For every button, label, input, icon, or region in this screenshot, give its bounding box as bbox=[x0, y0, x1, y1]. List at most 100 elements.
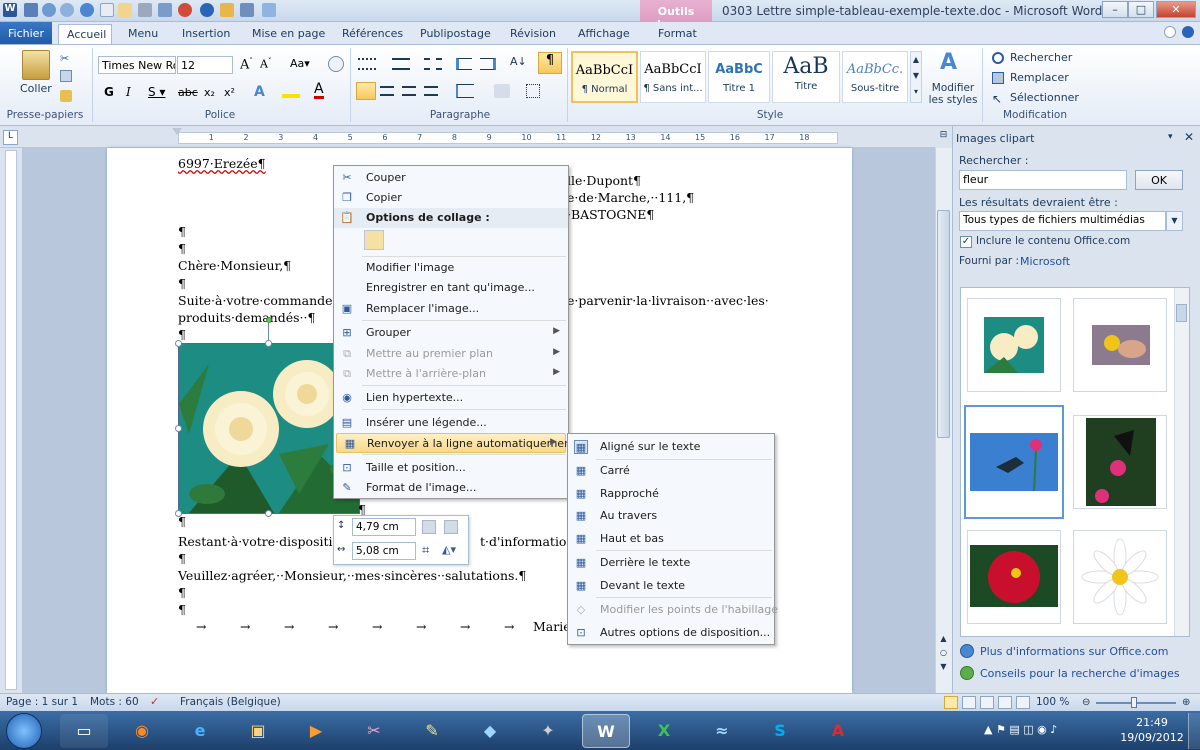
wrap-tight[interactable]: ▦ Rapproché bbox=[568, 484, 774, 504]
crop-icon[interactable]: ⌗ bbox=[422, 543, 429, 558]
bullets-icon[interactable] bbox=[358, 58, 376, 70]
print-layout-icon[interactable] bbox=[944, 696, 958, 709]
gimp-icon[interactable]: ✦ bbox=[524, 714, 572, 748]
redo-icon[interactable] bbox=[60, 3, 74, 17]
resize-handle[interactable] bbox=[175, 340, 182, 347]
tab-format[interactable]: Format bbox=[650, 24, 705, 44]
replace-icon[interactable] bbox=[992, 72, 1004, 84]
menu-item-change-picture[interactable]: ▣ Remplacer l'image... bbox=[334, 299, 568, 319]
doc-line[interactable]: ¶ bbox=[178, 585, 186, 600]
shrink-font-icon[interactable]: A˅ bbox=[260, 57, 271, 71]
italic-icon[interactable]: I bbox=[126, 85, 131, 99]
wrap-inline[interactable]: ▦ Aligné sur le texte bbox=[568, 437, 774, 457]
tab-selector-icon[interactable]: L bbox=[3, 130, 18, 145]
tab-references[interactable]: Références bbox=[334, 24, 411, 44]
email-icon[interactable] bbox=[240, 3, 254, 17]
minimize-button[interactable]: – bbox=[1102, 1, 1128, 18]
clock-time[interactable]: 21:49 bbox=[1122, 716, 1182, 729]
tab-page-layout[interactable]: Mise en page bbox=[244, 24, 333, 44]
clipart-thumb-hummingbird[interactable] bbox=[964, 405, 1064, 519]
word-app-icon[interactable]: W bbox=[3, 3, 17, 17]
justify-icon[interactable] bbox=[424, 86, 438, 96]
zoom-in-icon[interactable]: ⊕ bbox=[1182, 697, 1190, 708]
select-icon[interactable]: ↖ bbox=[992, 92, 1002, 106]
doc-line[interactable]: ·BASTOGNE¶ bbox=[567, 207, 654, 222]
send-backward-icon[interactable] bbox=[444, 520, 458, 534]
clipart-search-input[interactable]: fleur bbox=[959, 170, 1127, 190]
clipart-thumb-hand-flower[interactable] bbox=[1073, 298, 1167, 392]
tab-menu[interactable]: Menu bbox=[120, 24, 166, 44]
sort-icon[interactable]: A↓ bbox=[510, 55, 527, 68]
style-subtitle[interactable]: AaBbCc. Sous-titre bbox=[842, 51, 908, 103]
copy-icon[interactable] bbox=[60, 70, 72, 82]
align-right-icon[interactable] bbox=[402, 86, 416, 96]
line-spacing-icon[interactable] bbox=[456, 84, 474, 98]
grow-font-icon[interactable]: A˄ bbox=[240, 57, 253, 72]
doc-line[interactable]: 6997·Erezée¶ bbox=[178, 156, 266, 171]
save-icon[interactable] bbox=[24, 3, 38, 17]
network-icon[interactable]: ≈ bbox=[698, 714, 746, 748]
more-layout-options[interactable]: ⊡ Autres options de disposition... bbox=[568, 623, 774, 643]
media-type-select[interactable]: Tous types de fichiers multimédias bbox=[959, 211, 1166, 231]
style-heading-1[interactable]: AaBbC Titre 1 bbox=[708, 51, 770, 103]
menu-item-insert-caption[interactable]: ▤ Insérer une légende... bbox=[334, 413, 568, 433]
clipart-thumb-red-flower[interactable] bbox=[967, 530, 1061, 624]
highlight-icon[interactable] bbox=[282, 84, 300, 98]
menu-item-group[interactable]: ⊞ Grouper ▶ bbox=[334, 323, 568, 343]
doc-line[interactable]: ¶ bbox=[178, 241, 186, 256]
pane-close-icon[interactable]: ✕ bbox=[1184, 130, 1194, 144]
web-layout-icon[interactable] bbox=[980, 696, 994, 709]
undo-icon[interactable] bbox=[42, 3, 56, 17]
skype-icon[interactable]: S bbox=[756, 714, 804, 748]
doc-line[interactable]: Marie bbox=[533, 619, 571, 634]
zoom-slider-thumb[interactable] bbox=[1131, 697, 1137, 708]
bring-forward-icon[interactable] bbox=[422, 520, 436, 534]
strikethrough-icon[interactable]: abc bbox=[178, 86, 198, 99]
tab-file[interactable]: Fichier bbox=[0, 22, 52, 44]
zoom-level[interactable]: 100 % bbox=[1036, 696, 1069, 708]
picture-icon[interactable] bbox=[220, 3, 234, 17]
clipart-thumb-roses[interactable] bbox=[967, 298, 1061, 392]
resize-handle[interactable] bbox=[265, 510, 272, 517]
tab-home[interactable]: Accueil bbox=[58, 24, 112, 44]
zoom-out-icon[interactable]: ⊖ bbox=[1082, 697, 1090, 708]
scroll-thumb[interactable] bbox=[937, 210, 950, 438]
browse-buttons[interactable]: ▲ ○ ▼ bbox=[937, 632, 950, 688]
arrange-icon[interactable]: ◭▾ bbox=[442, 543, 456, 556]
style-title[interactable]: AaB Titre bbox=[772, 51, 840, 103]
search-tips-link[interactable]: Conseils pour la recherche d'images bbox=[980, 667, 1180, 680]
font-color-icon[interactable]: A bbox=[314, 82, 324, 99]
numbering-icon[interactable] bbox=[392, 58, 410, 70]
explorer-icon[interactable]: ▭ bbox=[60, 714, 108, 748]
tab-view[interactable]: Affichage bbox=[570, 24, 638, 44]
shading-icon[interactable] bbox=[494, 84, 510, 98]
paste-button[interactable]: Coller bbox=[20, 82, 52, 100]
superscript-icon[interactable]: x² bbox=[224, 86, 235, 99]
ruler-toggle-icon[interactable]: ⊟ bbox=[935, 130, 952, 146]
firefox-icon[interactable]: ◉ bbox=[118, 714, 166, 748]
wrap-in-front[interactable]: ▦ Devant le texte bbox=[568, 576, 774, 596]
clear-formatting-icon[interactable] bbox=[328, 56, 344, 72]
language-status[interactable]: Français (Belgique) bbox=[180, 696, 281, 708]
doc-line[interactable]: e·parvenir·la·livraison··avec·les· bbox=[567, 293, 769, 308]
doc-line[interactable]: lle·Dupont¶ bbox=[567, 173, 641, 188]
menu-item-copy[interactable]: ❐ Copier bbox=[334, 188, 568, 208]
snipping-icon[interactable]: ✂ bbox=[350, 714, 398, 748]
repeat-icon[interactable] bbox=[80, 3, 94, 17]
underline-icon[interactable]: S ▾ bbox=[148, 85, 165, 99]
start-button[interactable] bbox=[6, 713, 42, 749]
clipart-thumb-daisy[interactable] bbox=[1073, 530, 1167, 624]
rotate-handle[interactable] bbox=[266, 317, 272, 323]
cut-icon[interactable]: ✂ bbox=[60, 52, 72, 65]
borders-icon[interactable] bbox=[526, 84, 540, 98]
ie-icon[interactable]: e bbox=[176, 714, 224, 748]
results-scroll-thumb[interactable] bbox=[1176, 304, 1187, 322]
font-name-combo[interactable]: Times New Ro bbox=[98, 56, 176, 74]
doc-line[interactable]: ¶ bbox=[178, 551, 186, 566]
font-size-combo[interactable]: 12 bbox=[177, 56, 233, 74]
office-info-link[interactable]: Plus d'informations sur Office.com bbox=[980, 645, 1168, 658]
spelling-icon[interactable] bbox=[178, 3, 192, 17]
doc-line[interactable]: ¶ bbox=[178, 276, 186, 291]
excel-icon[interactable]: X bbox=[640, 714, 688, 748]
ok-button[interactable]: OK bbox=[1135, 170, 1183, 190]
